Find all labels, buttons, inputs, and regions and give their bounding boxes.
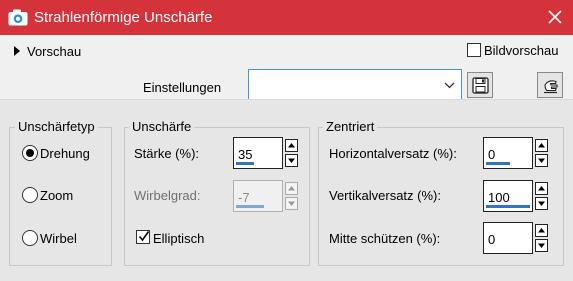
horizontal-offset-input[interactable]: 0 [483,137,533,169]
vertical-offset-level-bar [486,205,530,208]
strength-value: 35 [238,147,253,162]
protect-center-input[interactable]: 0 [483,222,533,254]
horizontal-offset-value: 0 [488,147,496,162]
blur-title: Unschärfe [129,119,195,134]
elliptical-label[interactable]: Elliptisch [153,231,204,246]
elliptical-checkbox[interactable] [136,230,150,244]
strength-label: Stärke (%): [134,146,200,161]
vertical-offset-spinner[interactable]: 100 [483,180,549,212]
radio-wirbel-label[interactable]: Wirbel [40,231,77,246]
vertical-offset-value: 100 [488,190,510,205]
protect-center-value: 0 [488,232,496,247]
chevron-right-icon[interactable] [13,46,21,56]
strength-input[interactable]: 35 [233,137,283,169]
settings-label: Einstellungen [143,80,222,95]
swirl-label: Wirbelgrad: [134,188,201,203]
image-preview-checkbox[interactable] [467,43,481,57]
close-icon[interactable] [541,4,569,30]
preview-toggle[interactable]: Vorschau [27,44,81,59]
vertical-offset-label: Vertikalversatz (%): [329,188,441,203]
radio-wirbel[interactable] [22,230,38,246]
radio-drehung[interactable] [22,145,38,161]
strength-stepper[interactable] [285,139,298,167]
radio-zoom[interactable] [22,187,38,203]
vertical-offset-input[interactable]: 100 [483,180,533,212]
radio-zoom-label[interactable]: Zoom [40,188,73,203]
camera-icon [8,9,28,26]
settings-dropdown[interactable] [248,69,462,101]
blur-type-title: Unschärfetyp [15,119,98,134]
floppy-disk-icon [472,77,489,94]
title-bar: Strahlenförmige Unschärfe [0,0,573,35]
strength-spinner[interactable]: 35 [233,137,299,169]
spin-up-icon [285,182,298,195]
swirl-value: -7 [238,190,250,205]
horizontal-offset-label: Horizontalversatz (%): [329,146,457,161]
radio-drehung-label[interactable]: Drehung [40,146,90,161]
spin-down-icon[interactable] [535,197,548,210]
spin-down-icon [285,197,298,210]
horizontal-offset-spinner[interactable]: 0 [483,137,549,169]
horizontal-offset-stepper[interactable] [535,139,548,167]
spin-up-icon[interactable] [535,224,548,237]
swirl-level-bar [236,205,264,208]
spin-down-icon[interactable] [285,154,298,167]
centered-title: Zentriert [323,119,378,134]
window-title: Strahlenförmige Unschärfe [34,9,213,26]
reset-button[interactable] [537,72,563,98]
spin-down-icon[interactable] [535,154,548,167]
strength-level-bar [236,162,254,165]
image-preview-label: Bildvorschau [484,43,559,58]
protect-center-stepper[interactable] [535,224,548,252]
protect-center-spinner[interactable]: 0 [483,222,549,254]
spin-up-icon[interactable] [535,139,548,152]
vertical-offset-stepper[interactable] [535,182,548,210]
spin-up-icon[interactable] [535,182,548,195]
chevron-down-icon [444,82,455,89]
protect-center-label: Mitte schützen (%): [329,231,441,246]
hand-pointer-icon [544,80,558,94]
swirl-spinner: -7 [233,180,299,212]
swirl-stepper [285,182,298,210]
save-preset-button[interactable] [467,72,493,98]
swirl-input: -7 [233,180,283,212]
horizontal-offset-level-bar [486,162,510,165]
spin-up-icon[interactable] [285,139,298,152]
spin-down-icon[interactable] [535,239,548,252]
checkmark-icon [138,231,150,242]
